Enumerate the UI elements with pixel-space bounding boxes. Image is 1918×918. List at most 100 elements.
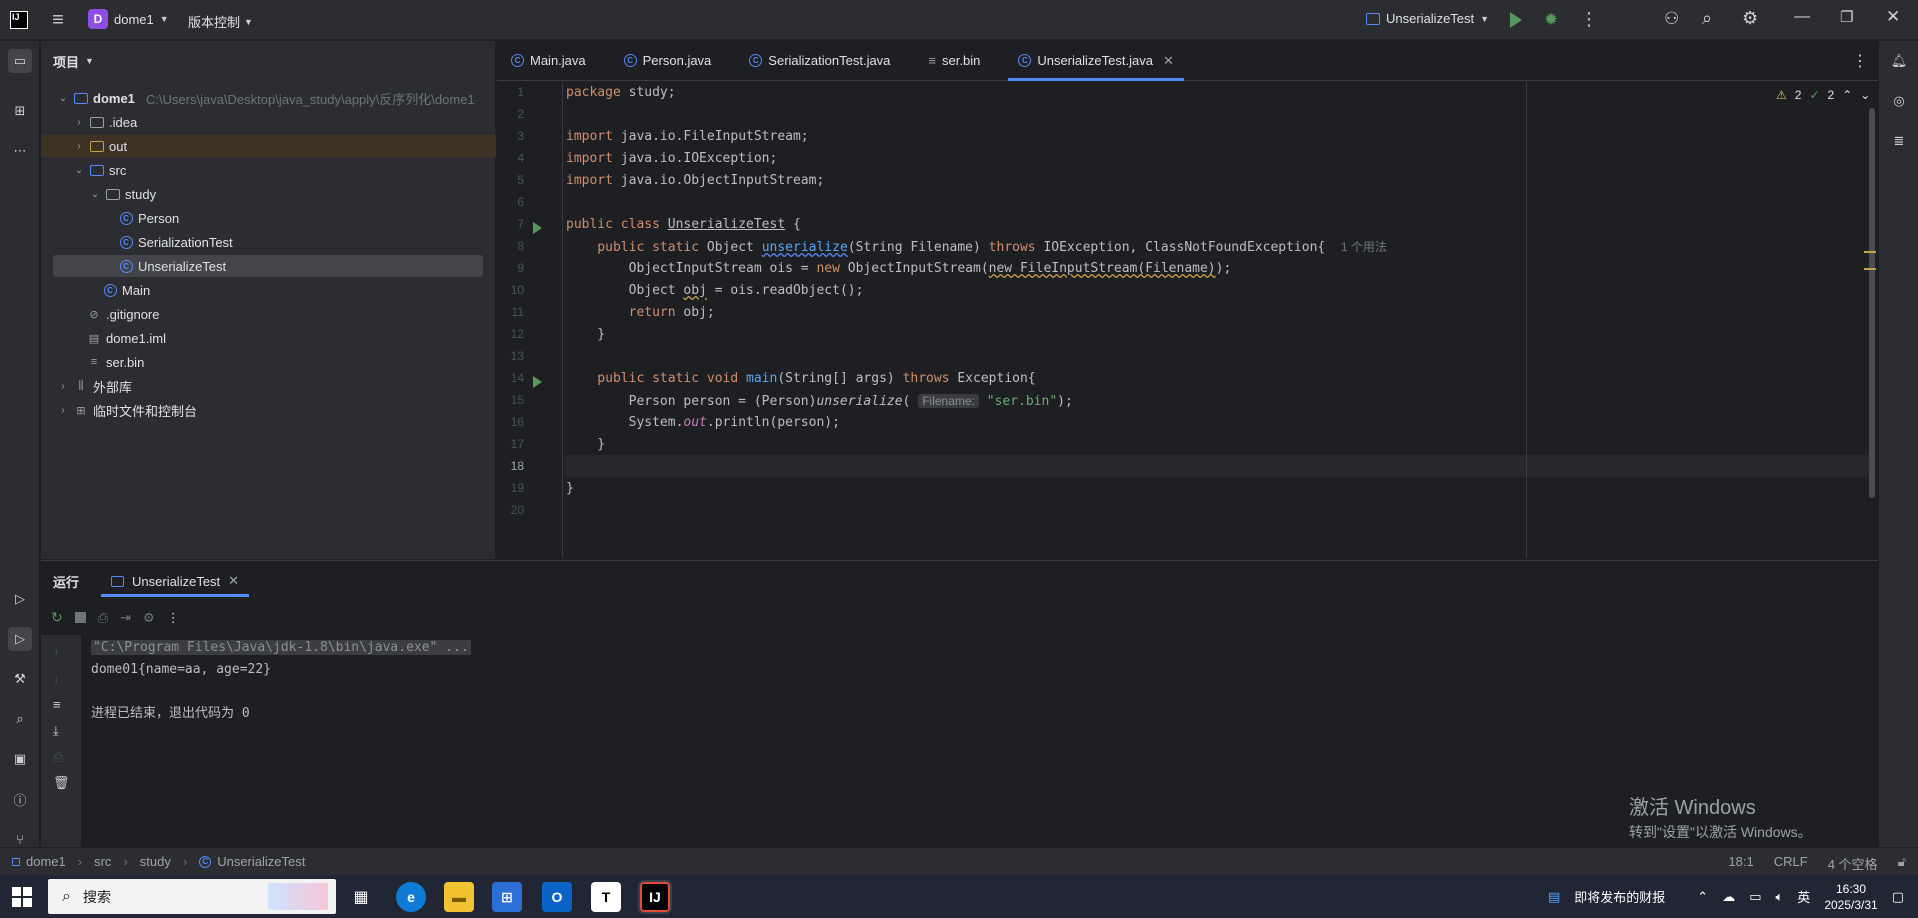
tree-item-idea[interactable]: › .idea <box>53 111 483 133</box>
collapse-caret-icon[interactable]: › <box>73 141 85 152</box>
run-main-gutter-icon[interactable] <box>533 376 542 388</box>
console-output[interactable]: "C:\Program Files\Java\jdk-1.8\bin\java.… <box>91 637 471 725</box>
typora-icon[interactable]: T <box>591 882 621 912</box>
collapse-caret-icon[interactable]: › <box>57 405 69 416</box>
expand-caret-icon[interactable]: ⌄ <box>89 189 101 200</box>
tab-unserializetest-java[interactable]: C UnserializeTest.java ✕ <box>1004 41 1188 81</box>
close-tab-icon[interactable]: ✕ <box>1163 53 1174 69</box>
find-tool-icon[interactable]: ⌕ <box>8 707 32 731</box>
main-menu-icon[interactable]: ≡ <box>48 10 68 30</box>
run-config-selector[interactable]: UnserializeTest ▼ <box>1366 11 1489 26</box>
editor-scrollbar[interactable] <box>1869 108 1875 498</box>
problems-tool-icon[interactable]: ⓘ <box>8 787 32 811</box>
tree-item-dome1-iml[interactable]: ▤ dome1.iml <box>53 327 483 349</box>
scroll-to-end-icon[interactable]: ⤓ <box>53 723 59 739</box>
tree-item-gitignore[interactable]: ⊘ .gitignore <box>53 303 483 325</box>
tab-options-icon[interactable]: ⋮ <box>1852 51 1868 71</box>
tree-item-unserializetest[interactable]: C UnserializeTest <box>53 255 483 277</box>
windows-start-icon[interactable] <box>12 887 32 907</box>
collab-icon[interactable]: ⚇ <box>1664 9 1679 29</box>
more-icon[interactable]: ⋮ <box>167 610 180 626</box>
tab-person-java[interactable]: C Person.java <box>610 41 726 81</box>
expand-caret-icon[interactable]: ⌄ <box>73 165 85 176</box>
down-arrow-icon[interactable]: ↓ <box>53 671 60 686</box>
debug-icon[interactable]: ✹ <box>1544 10 1558 30</box>
outlook-icon[interactable]: O <box>542 882 572 912</box>
tab-main-java[interactable]: C Main.java <box>497 41 600 81</box>
caret-position[interactable]: 18:1 <box>1728 854 1753 873</box>
edge-icon[interactable]: e <box>396 882 426 912</box>
tree-item-serializationtest[interactable]: C SerializationTest <box>53 231 483 253</box>
tree-root[interactable]: ⌄ dome1 C:\Users\java\Desktop\java_study… <box>53 87 483 109</box>
breadcrumb-item[interactable]: study <box>140 854 171 869</box>
notification-center-icon[interactable]: ▢ <box>1892 889 1904 905</box>
expand-caret-icon[interactable]: ⌄ <box>57 93 69 104</box>
volume-icon[interactable]: 🔈︎ <box>1775 889 1783 905</box>
clear-trash-icon[interactable]: 🗑︎ <box>53 775 70 791</box>
run-class-gutter-icon[interactable] <box>533 222 542 234</box>
collapse-caret-icon[interactable]: › <box>57 381 69 392</box>
error-stripe-mark[interactable] <box>1864 251 1876 253</box>
terminal-tool-icon[interactable]: ▣ <box>8 747 32 771</box>
ime-indicator[interactable]: 英 <box>1797 887 1810 906</box>
rerun-icon[interactable]: ↻ <box>51 609 63 626</box>
more-tools-icon[interactable]: ⋯ <box>8 139 32 163</box>
onedrive-icon[interactable]: ☁ <box>1722 889 1735 905</box>
close-tab-icon[interactable]: ✕ <box>228 573 239 589</box>
error-stripe-mark[interactable] <box>1864 268 1876 270</box>
build-tool-icon[interactable]: ⚒ <box>8 667 32 691</box>
tree-item-external-libs[interactable]: › ⫼ 外部库 <box>53 375 483 397</box>
services-tool-icon[interactable]: ▷ <box>8 587 32 611</box>
next-highlight-icon[interactable]: ⌄ <box>1860 88 1870 102</box>
tree-item-out[interactable]: › out <box>41 135 496 157</box>
breadcrumb-item[interactable]: dome1 <box>26 854 66 869</box>
vcs-menu[interactable]: 版本控制 ▼ <box>188 12 253 31</box>
camera-icon[interactable]: ⎙ <box>98 610 108 626</box>
tree-item-study[interactable]: ⌄ study <box>53 183 483 205</box>
stop-icon[interactable] <box>74 612 86 623</box>
restore-layout-icon[interactable]: ⇥ <box>120 610 131 626</box>
tree-item-ser-bin[interactable]: ≡ ser.bin <box>53 351 483 373</box>
database-icon[interactable]: ≣ <box>1887 129 1911 153</box>
run-tab[interactable]: UnserializeTest ✕ <box>101 561 250 601</box>
tree-item-scratches[interactable]: › ⊞ 临时文件和控制台 <box>53 399 483 421</box>
project-switcher[interactable]: D dome1 ▼ <box>88 9 169 29</box>
settings-gear-icon[interactable]: ⚙ <box>1742 8 1758 29</box>
clock[interactable]: 16:30 2025/3/31 <box>1824 881 1877 913</box>
more-actions-icon[interactable]: ⋮ <box>1580 9 1598 30</box>
up-arrow-icon[interactable]: ↑ <box>53 645 60 660</box>
tree-item-person[interactable]: C Person <box>53 207 483 229</box>
line-ending[interactable]: CRLF <box>1774 854 1808 873</box>
notifications-icon[interactable]: 🔔︎ <box>1887 49 1911 73</box>
inspection-widget[interactable]: ⚠ 2 ✓ 2 ⌃ ⌄ <box>1776 88 1870 102</box>
structure-tool-icon[interactable]: ⊞ <box>8 99 32 123</box>
run-icon[interactable] <box>1510 12 1522 28</box>
network-icon[interactable]: ▭ <box>1749 889 1761 905</box>
settings-icon[interactable]: ⚙ <box>143 610 155 626</box>
tab-ser-bin[interactable]: ≡ ser.bin <box>914 41 994 81</box>
ai-assistant-icon[interactable]: ◎ <box>1887 89 1911 113</box>
tab-serializationtest-java[interactable]: C SerializationTest.java <box>735 41 904 81</box>
search-icon[interactable]: ⌕ <box>1702 8 1712 29</box>
soft-wrap-icon[interactable]: ≡ <box>53 697 61 712</box>
restore-window-icon[interactable]: ❐ <box>1840 8 1853 26</box>
intellij-taskbar-icon[interactable]: IJ <box>638 880 672 914</box>
lock-icon[interactable]: 🔓︎ <box>1898 854 1906 873</box>
prev-highlight-icon[interactable]: ⌃ <box>1842 88 1852 102</box>
tree-item-src[interactable]: ⌄ src <box>53 159 483 181</box>
minimize-window-icon[interactable]: — <box>1794 8 1810 26</box>
store-icon[interactable]: ⊞ <box>492 882 522 912</box>
project-tool-icon[interactable]: ▭ <box>8 49 32 73</box>
tray-expand-icon[interactable]: ⌃ <box>1697 889 1708 905</box>
project-panel-header[interactable]: 项目 ▼ <box>41 41 495 81</box>
print-icon[interactable]: ⎙ <box>53 749 63 765</box>
close-window-icon[interactable]: ✕ <box>1886 7 1900 27</box>
tree-item-main[interactable]: C Main <box>53 279 483 301</box>
file-explorer-icon[interactable]: ▬ <box>444 882 474 912</box>
news-label[interactable]: 即将发布的财报 <box>1574 887 1665 906</box>
code-editor[interactable]: package study; import java.io.FileInputS… <box>564 82 1877 558</box>
taskbar-search[interactable]: ⌕ 搜索 <box>48 879 336 914</box>
breadcrumb-item[interactable]: UnserializeTest <box>217 854 305 869</box>
breadcrumb-item[interactable]: src <box>94 854 111 869</box>
task-view-icon[interactable]: ▦ <box>346 882 376 912</box>
